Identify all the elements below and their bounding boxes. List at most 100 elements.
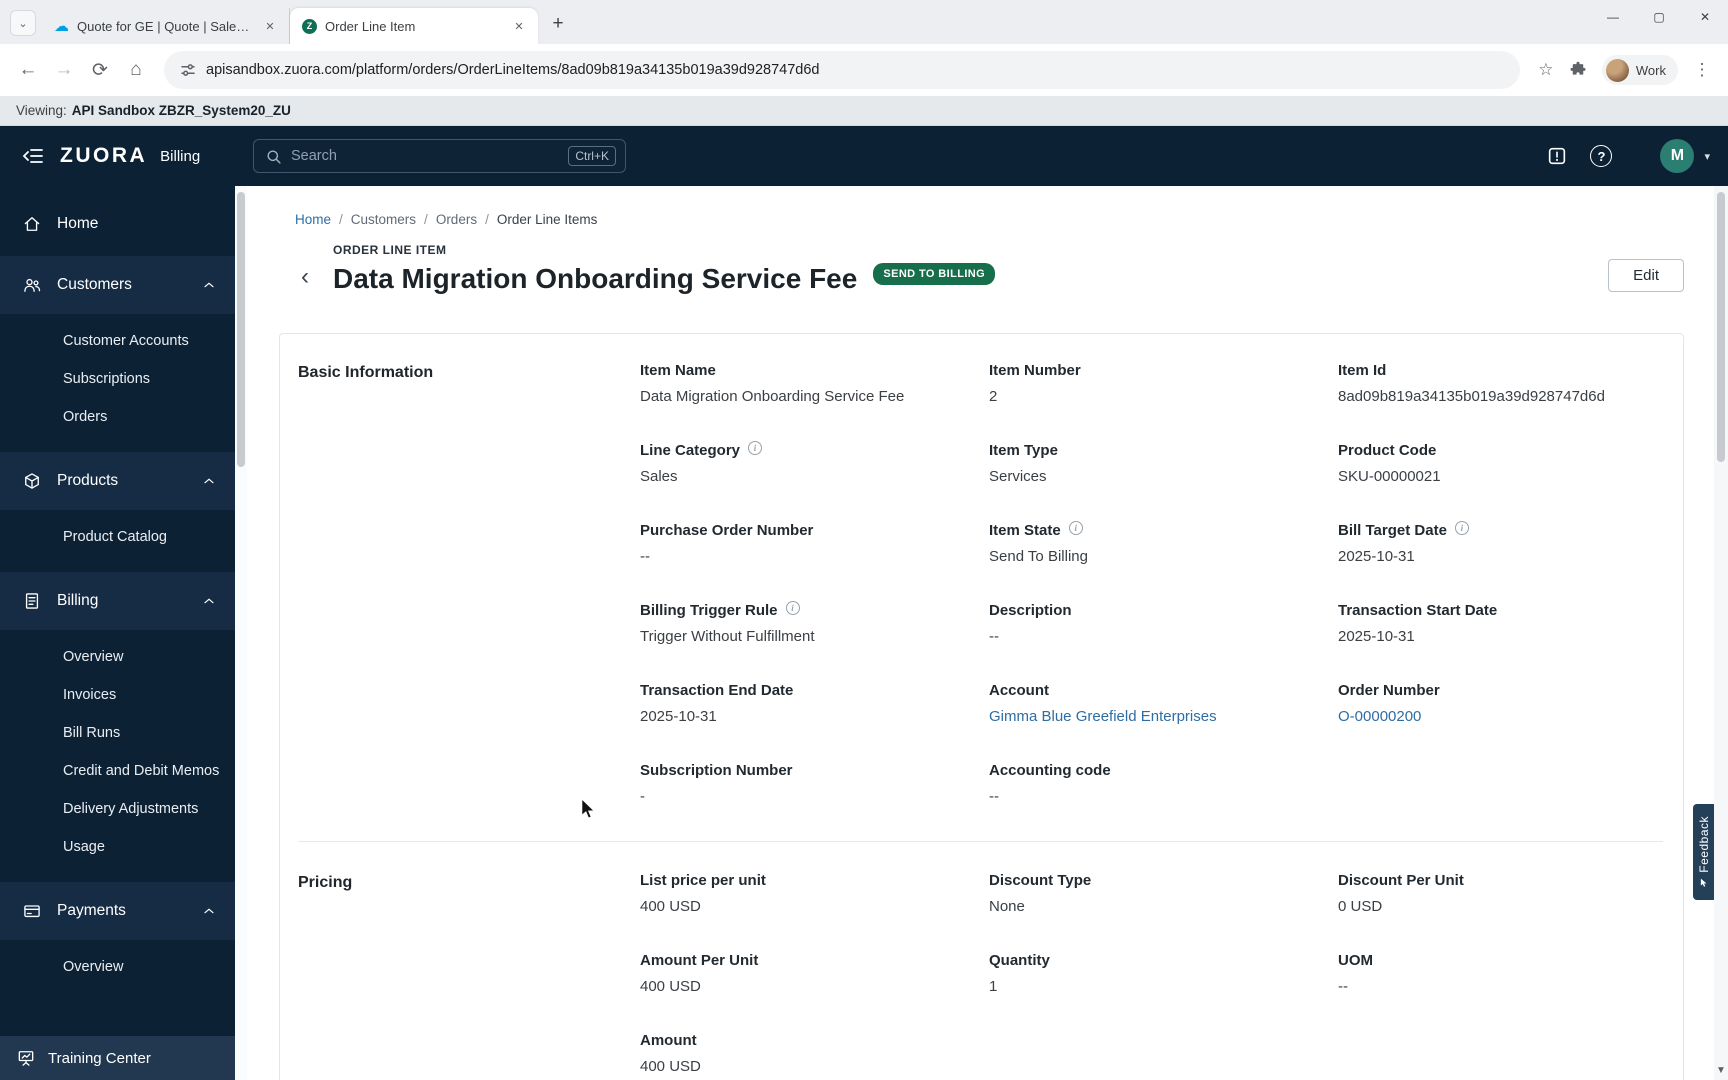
info-icon[interactable]: i bbox=[1068, 520, 1083, 535]
sidebar-item-subscriptions[interactable]: Subscriptions bbox=[0, 360, 235, 398]
sidebar-item-customer-accounts[interactable]: Customer Accounts bbox=[0, 322, 235, 360]
field-label-text: Item Name bbox=[640, 362, 716, 379]
url-text: apisandbox.zuora.com/platform/orders/Ord… bbox=[206, 62, 820, 78]
close-tab-icon[interactable]: ✕ bbox=[261, 17, 279, 35]
bookmark-star-icon[interactable]: ☆ bbox=[1530, 54, 1562, 86]
field-label: Line Category i bbox=[640, 440, 965, 459]
user-menu[interactable]: M ▾ bbox=[1660, 139, 1710, 173]
minimize-icon[interactable]: — bbox=[1590, 0, 1636, 34]
zuora-header: ZUORA Billing Ctrl+K ? M ▾ bbox=[0, 126, 1728, 186]
sidebar-item-label: Billing bbox=[57, 592, 99, 609]
sidebar-item-label: Products bbox=[57, 472, 119, 489]
sidebar-item-credit-and-debit-memos[interactable]: Credit and Debit Memos bbox=[0, 752, 235, 790]
field-label: Description bbox=[989, 602, 1314, 619]
field-order-number: Order Number O-00000200 bbox=[1338, 682, 1663, 725]
page-scrollbar-thumb[interactable] bbox=[1717, 192, 1725, 462]
field-value: 2025-10-31 bbox=[1338, 548, 1415, 565]
field-label: Item Id bbox=[1338, 362, 1663, 379]
forward-icon[interactable]: → bbox=[46, 52, 82, 88]
back-icon[interactable]: ← bbox=[10, 52, 46, 88]
browser-tab-order-line-item[interactable]: Z Order Line Item ✕ bbox=[290, 8, 538, 44]
url-field[interactable]: apisandbox.zuora.com/platform/orders/Ord… bbox=[164, 51, 1520, 89]
field-label-text: Product Code bbox=[1338, 442, 1437, 459]
breadcrumb-customers[interactable]: Customers bbox=[351, 212, 416, 227]
tab-title: Quote for GE | Quote | Salesfor bbox=[77, 18, 253, 34]
sidebar-collapse-icon[interactable] bbox=[18, 141, 48, 171]
field-value: 2025-10-31 bbox=[1338, 628, 1415, 645]
browser-tab-salesforce[interactable]: ☁ Quote for GE | Quote | Salesfor ✕ bbox=[42, 8, 290, 44]
avatar[interactable]: M bbox=[1660, 139, 1695, 173]
field-discount-type: Discount Type None bbox=[989, 872, 1314, 915]
field-value-link[interactable]: Gimma Blue Greefield Enterprises bbox=[989, 708, 1314, 725]
sidebar-item-payments[interactable]: Payments bbox=[0, 882, 235, 940]
site-settings-icon[interactable] bbox=[180, 62, 196, 78]
browser-profile-chip[interactable]: Work bbox=[1601, 55, 1678, 85]
field-label: Discount Type bbox=[989, 872, 1314, 889]
mouse-cursor bbox=[581, 798, 596, 820]
info-icon[interactable]: i bbox=[1454, 520, 1469, 535]
sidebar-item-bill-runs[interactable]: Bill Runs bbox=[0, 714, 235, 752]
edit-button[interactable]: Edit bbox=[1608, 259, 1684, 292]
field-description: Description -- bbox=[989, 602, 1314, 645]
field-label-text: Amount bbox=[640, 1032, 697, 1049]
sidebar-item-usage[interactable]: Usage bbox=[0, 828, 235, 866]
sidebar-item-home[interactable]: Home bbox=[0, 196, 235, 252]
sidebar-item-orders[interactable]: Orders bbox=[0, 398, 235, 436]
help-icon[interactable]: ? bbox=[1590, 145, 1613, 167]
field-label-text: Transaction End Date bbox=[640, 682, 794, 699]
chevron-up-icon bbox=[201, 593, 217, 609]
sidebar-item-customers[interactable]: Customers bbox=[0, 256, 235, 314]
extensions-puzzle-icon[interactable] bbox=[1562, 54, 1594, 86]
info-icon[interactable]: i bbox=[748, 440, 763, 455]
field-value: -- bbox=[1338, 978, 1348, 995]
training-center-button[interactable]: Training Center bbox=[0, 1036, 235, 1080]
field-value-link[interactable]: O-00000200 bbox=[1338, 708, 1663, 725]
sidebar-item-products[interactable]: Products bbox=[0, 452, 235, 510]
field-label: Transaction End Date bbox=[640, 682, 965, 699]
field-value: -- bbox=[989, 628, 999, 645]
back-chevron-icon[interactable]: ‹ bbox=[301, 265, 309, 289]
field-line-category: Line Category i Sales bbox=[640, 440, 965, 485]
field-label: Discount Per Unit bbox=[1338, 872, 1663, 889]
announcements-icon[interactable] bbox=[1546, 145, 1568, 167]
close-tab-icon[interactable]: ✕ bbox=[510, 17, 528, 35]
field-item-number: Item Number 2 bbox=[989, 362, 1314, 405]
maximize-icon[interactable]: ▢ bbox=[1636, 0, 1682, 34]
browser-menu-icon[interactable]: ⋮ bbox=[1686, 54, 1718, 86]
browser-address-bar: ← → ⟳ ⌂ apisandbox.zuora.com/platform/or… bbox=[0, 44, 1728, 96]
search-input[interactable] bbox=[291, 148, 560, 164]
field-value: 400 USD bbox=[640, 1058, 701, 1075]
tab-search-button[interactable]: ⌄ bbox=[10, 10, 36, 36]
field-label-text: Purchase Order Number bbox=[640, 522, 814, 539]
field-account: Account Gimma Blue Greefield Enterprises bbox=[989, 682, 1314, 725]
new-tab-button[interactable]: + bbox=[544, 10, 572, 38]
field-item-id: Item Id 8ad09b819a34135b019a39d928747d6d bbox=[1338, 362, 1663, 405]
sidebar-item-product-catalog[interactable]: Product Catalog bbox=[0, 518, 235, 556]
sidebar-scrollbar-thumb[interactable] bbox=[237, 192, 245, 467]
page-scrollbar[interactable]: ▼ bbox=[1714, 186, 1728, 1080]
sidebar-scrollbar[interactable] bbox=[235, 186, 247, 1080]
info-icon[interactable]: i bbox=[785, 600, 800, 615]
field-item-type: Item Type Services bbox=[989, 442, 1314, 485]
sidebar-item-overview[interactable]: Overview bbox=[0, 948, 235, 986]
sidebar-item-billing[interactable]: Billing bbox=[0, 572, 235, 630]
field-label: Quantity bbox=[989, 952, 1314, 969]
global-search[interactable]: Ctrl+K bbox=[253, 139, 626, 173]
scroll-down-icon[interactable]: ▼ bbox=[1714, 1062, 1728, 1078]
breadcrumb-home[interactable]: Home bbox=[295, 212, 331, 227]
page-eyebrow: ORDER LINE ITEM bbox=[333, 243, 447, 257]
breadcrumb-orders[interactable]: Orders bbox=[436, 212, 477, 227]
sidebar-item-overview[interactable]: Overview bbox=[0, 638, 235, 676]
field-label-text: Description bbox=[989, 602, 1072, 619]
field-product-code: Product Code SKU-00000021 bbox=[1338, 442, 1663, 485]
sidebar-item-delivery-adjustments[interactable]: Delivery Adjustments bbox=[0, 790, 235, 828]
basic-information-section: Basic Information Item Name Data Migratio… bbox=[298, 362, 1663, 805]
field-label: Item Type bbox=[989, 442, 1314, 459]
feedback-button[interactable]: Feedback bbox=[1693, 804, 1714, 900]
sidebar-item-invoices[interactable]: Invoices bbox=[0, 676, 235, 714]
reload-icon[interactable]: ⟳ bbox=[82, 52, 118, 88]
close-window-icon[interactable]: ✕ bbox=[1682, 0, 1728, 34]
browser-tab-strip: ⌄ ☁ Quote for GE | Quote | Salesfor ✕ Z … bbox=[0, 0, 1728, 44]
home-icon[interactable]: ⌂ bbox=[118, 52, 154, 88]
field-label-text: Item Number bbox=[989, 362, 1081, 379]
